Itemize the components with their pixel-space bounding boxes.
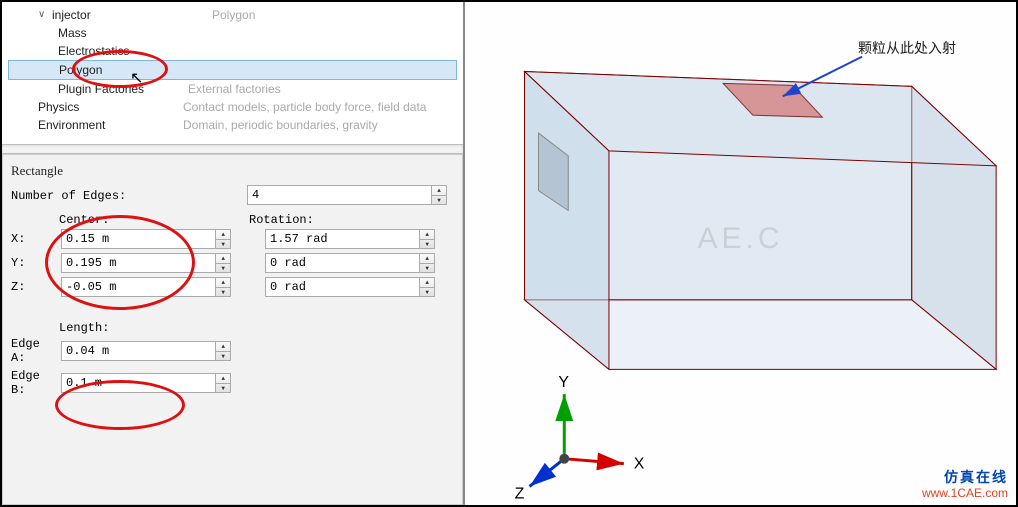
rotation-y-field[interactable] xyxy=(266,254,419,272)
edge-b-label: Edge B: xyxy=(11,369,59,397)
num-edges-input[interactable]: ▲▼ xyxy=(247,185,447,205)
brand-url: www.1CAE.com xyxy=(922,485,1008,501)
length-label: Length: xyxy=(59,321,249,335)
num-edges-field[interactable] xyxy=(248,186,431,204)
tree-label: Plugin Factories xyxy=(58,80,188,98)
tree-desc: External factories xyxy=(188,80,457,98)
spinner-icon[interactable]: ▲▼ xyxy=(419,278,434,296)
spinner-icon[interactable]: ▲▼ xyxy=(215,254,230,272)
edge-a-field[interactable] xyxy=(62,342,215,360)
spinner-icon[interactable]: ▲▼ xyxy=(419,230,434,248)
tree-label: Environment xyxy=(38,116,183,134)
tree-desc: Polygon xyxy=(212,6,457,24)
edge-a-label: Edge A: xyxy=(11,337,59,365)
tree-item-physics[interactable]: Physics Contact models, particle body fo… xyxy=(8,98,457,116)
tree-label: Mass xyxy=(58,24,218,42)
tree-item-polygon[interactable]: Polygon xyxy=(8,60,457,80)
tree-label: Physics xyxy=(38,98,183,116)
tree-label: Polygon xyxy=(59,61,219,79)
center-z-field[interactable] xyxy=(62,278,215,296)
branding-logo: 仿真在线 www.1CAE.com xyxy=(922,469,1008,501)
x-label: X: xyxy=(11,232,59,246)
tree-item-plugin-factories[interactable]: Plugin Factories External factories xyxy=(8,80,457,98)
tree-item-injector[interactable]: ∨ injector Polygon xyxy=(8,6,457,24)
edge-b-field[interactable] xyxy=(62,374,215,392)
spinner-icon[interactable]: ▲▼ xyxy=(215,230,230,248)
spinner-icon[interactable]: ▲▼ xyxy=(419,254,434,272)
axis-y-label: Y xyxy=(558,374,569,391)
tree-desc: Contact models, particle body force, fie… xyxy=(183,98,457,116)
panel-title: Rectangle xyxy=(11,163,454,179)
center-x-field[interactable] xyxy=(62,230,215,248)
spinner-icon[interactable]: ▲▼ xyxy=(215,374,230,392)
center-y-field[interactable] xyxy=(62,254,215,272)
edge-a-input[interactable]: ▲▼ xyxy=(61,341,231,361)
tree-label: injector xyxy=(52,6,212,24)
center-z-input[interactable]: ▲▼ xyxy=(61,277,231,297)
y-label: Y: xyxy=(11,256,59,270)
tree-item-environment[interactable]: Environment Domain, periodic boundaries,… xyxy=(8,116,457,134)
rotation-label: Rotation: xyxy=(249,213,439,227)
tree-item-mass[interactable]: Mass xyxy=(8,24,457,42)
z-label: Z: xyxy=(11,280,59,294)
properties-panel: Rectangle Number of Edges: ▲▼ Center: Ro… xyxy=(2,154,463,505)
injection-annotation: 颗粒从此处入射 xyxy=(858,38,956,58)
brand-cn: 仿真在线 xyxy=(922,469,1008,485)
scene-svg: X Y Z xyxy=(465,2,1016,505)
spinner-icon[interactable]: ▲▼ xyxy=(215,278,230,296)
center-x-input[interactable]: ▲▼ xyxy=(61,229,231,249)
rotation-x-field[interactable] xyxy=(266,230,419,248)
spinner-icon[interactable]: ▲▼ xyxy=(215,342,230,360)
tree-view: ∨ injector Polygon Mass Electrostatics P… xyxy=(2,2,463,144)
chevron-down-icon[interactable]: ∨ xyxy=(38,6,52,24)
center-label: Center: xyxy=(59,213,249,227)
tree-desc: Domain, periodic boundaries, gravity xyxy=(183,116,457,134)
rotation-z-input[interactable]: ▲▼ xyxy=(265,277,435,297)
3d-viewport[interactable]: X Y Z 颗粒从此处入射 AE.C 仿真在线 www.1CAE.com xyxy=(465,2,1016,505)
tree-label: Electrostatics xyxy=(58,42,218,60)
edge-b-input[interactable]: ▲▼ xyxy=(61,373,231,393)
axis-x-label: X xyxy=(634,456,645,473)
property-tree-panel: ∨ injector Polygon Mass Electrostatics P… xyxy=(2,2,465,505)
num-edges-label: Number of Edges: xyxy=(11,189,241,203)
center-y-input[interactable]: ▲▼ xyxy=(61,253,231,273)
panel-divider[interactable] xyxy=(2,144,463,154)
rotation-z-field[interactable] xyxy=(266,278,419,296)
spinner-icon[interactable]: ▲▼ xyxy=(431,186,446,204)
rotation-y-input[interactable]: ▲▼ xyxy=(265,253,435,273)
tree-item-electrostatics[interactable]: Electrostatics xyxy=(8,42,457,60)
axis-z-label: Z xyxy=(515,485,525,502)
rotation-x-input[interactable]: ▲▼ xyxy=(265,229,435,249)
